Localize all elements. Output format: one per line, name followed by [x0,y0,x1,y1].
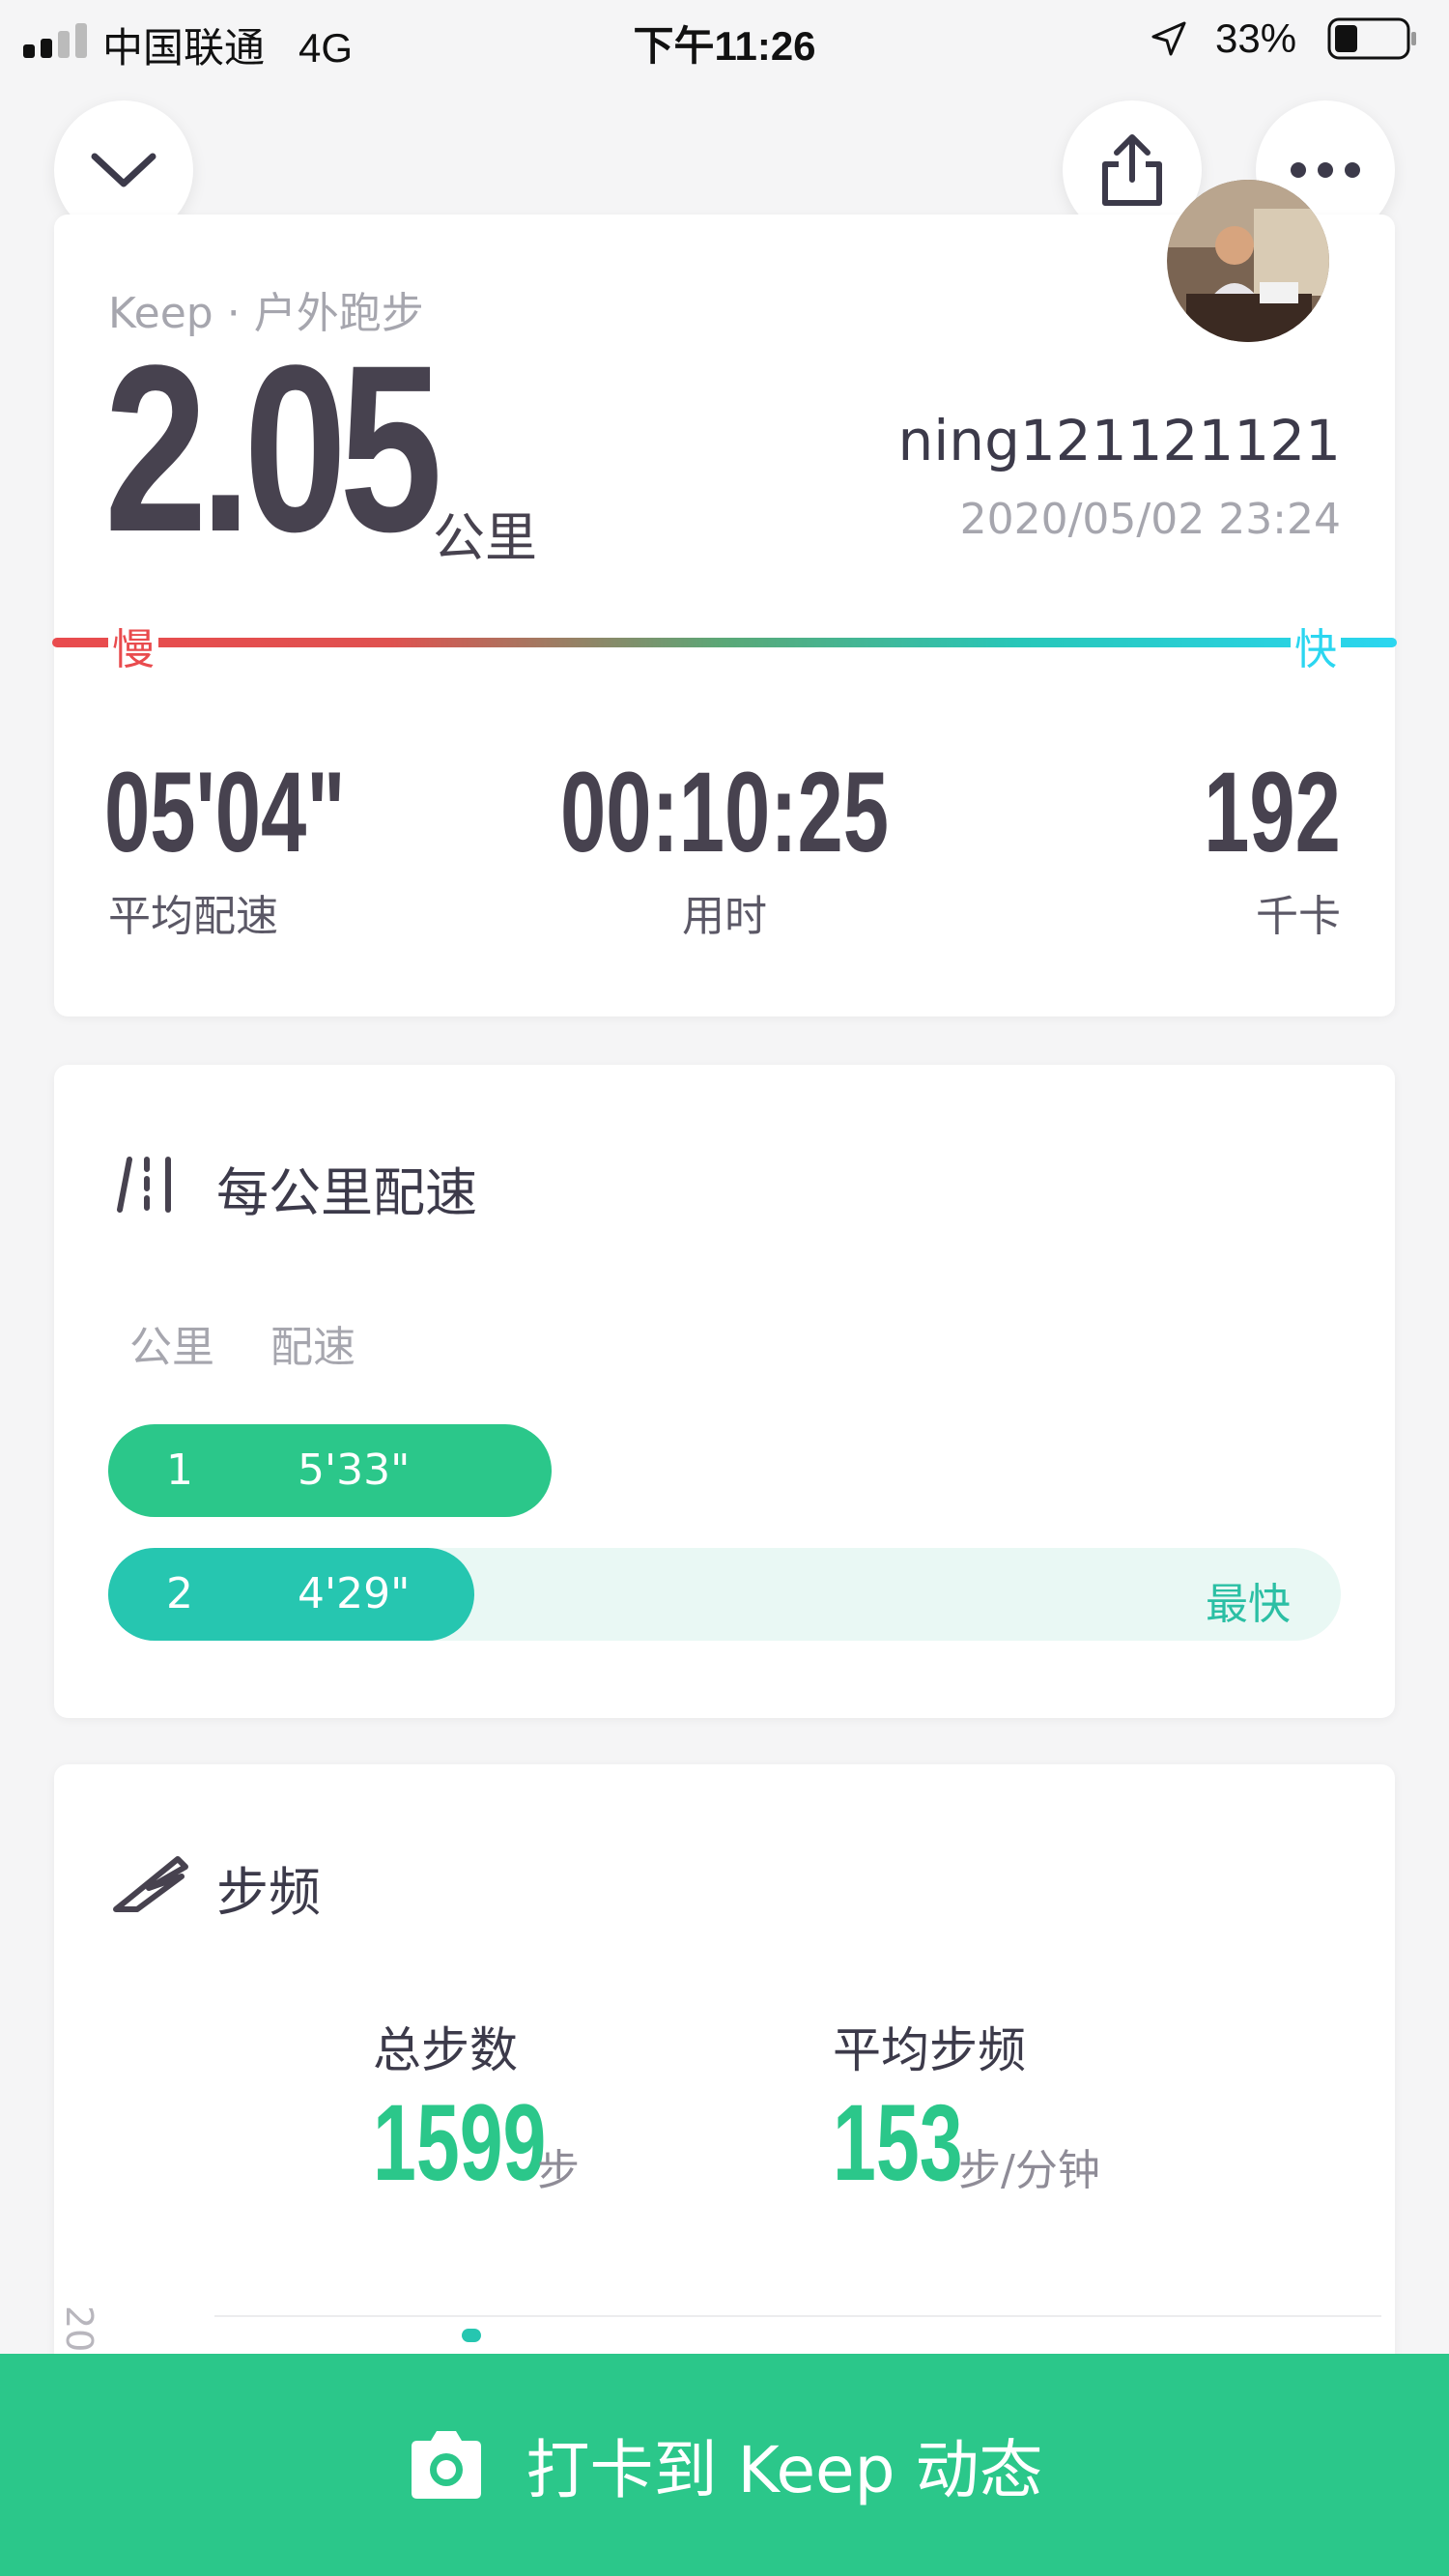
calories-label: 千卡 [1256,892,1341,941]
pace-row-2: 2 4'29" 最快 [108,1548,1341,1641]
pace-row-1-km: 1 [166,1445,193,1495]
avg-cadence-value: 153 [833,2082,963,2203]
cadence-card: 步频 总步数 1599 步 平均步频 153 步/分钟 200 [54,1764,1395,2441]
chart-gridline [214,2315,1381,2317]
pace-row-1-pace: 5'33" [298,1445,411,1495]
check-in-button[interactable]: 打卡到 Keep 动态 [0,2354,1449,2576]
chevron-down-icon [91,153,156,187]
km-column-header: 公里 [129,1323,214,1372]
total-steps-label: 总步数 [373,2022,518,2078]
pace-section-title: 每公里配速 [216,1162,477,1223]
pace-row-1-bar: 1 5'33" [108,1424,553,1517]
speed-gradient-bar [52,638,1397,647]
battery-percentage: 33% [1215,15,1297,61]
duration-value: 00:10:25 [559,749,890,876]
share-icon [1102,134,1162,206]
total-steps-unit: 步 [537,2146,580,2195]
slow-label: 慢 [108,615,158,676]
calories-value: 192 [1204,749,1341,876]
total-steps-value: 1599 [373,2082,547,2203]
shoe-icon [113,1856,188,1912]
distance-value: 2.05 [104,316,442,582]
distance-unit: 公里 [433,507,537,568]
pace-column-header: 配速 [270,1323,355,1372]
avatar-photo [1167,180,1329,342]
fast-label: 快 [1291,615,1341,676]
avg-cadence-unit: 步/分钟 [958,2146,1100,2195]
duration-label: 用时 [682,892,767,941]
check-in-label: 打卡到 Keep 动态 [526,2433,1043,2507]
camera-icon [412,2431,482,2499]
fastest-badge: 最快 [1206,1580,1291,1629]
avg-cadence-label: 平均步频 [833,2022,1026,2078]
location-arrow-icon [1151,21,1186,56]
run-summary-card: Keep · 户外跑步 2.05 公里 ning121121121 2020/0… [52,180,1397,1016]
run-datetime: 2020/05/02 23:24 [959,495,1341,544]
status-bar: 中国联通 4G 下午11:26 33% [0,0,1449,77]
pace-row-2-bar: 2 4'29" [108,1548,474,1641]
username: ning121121121 [897,408,1341,473]
pace-row-2-pace: 4'29" [298,1569,411,1618]
cadence-section-title: 步频 [216,1862,321,1923]
battery-icon [1327,17,1416,60]
more-icon [1291,162,1360,178]
avatar[interactable] [1167,180,1329,342]
pace-icon [117,1157,171,1213]
pace-row-1: 1 5'33" [108,1424,1341,1517]
pace-per-km-card: 每公里配速 公里 配速 1 5'33" 2 4'29" 最快 [54,1065,1395,1718]
chart-point [462,2329,481,2342]
pace-row-2-km: 2 [166,1569,193,1618]
